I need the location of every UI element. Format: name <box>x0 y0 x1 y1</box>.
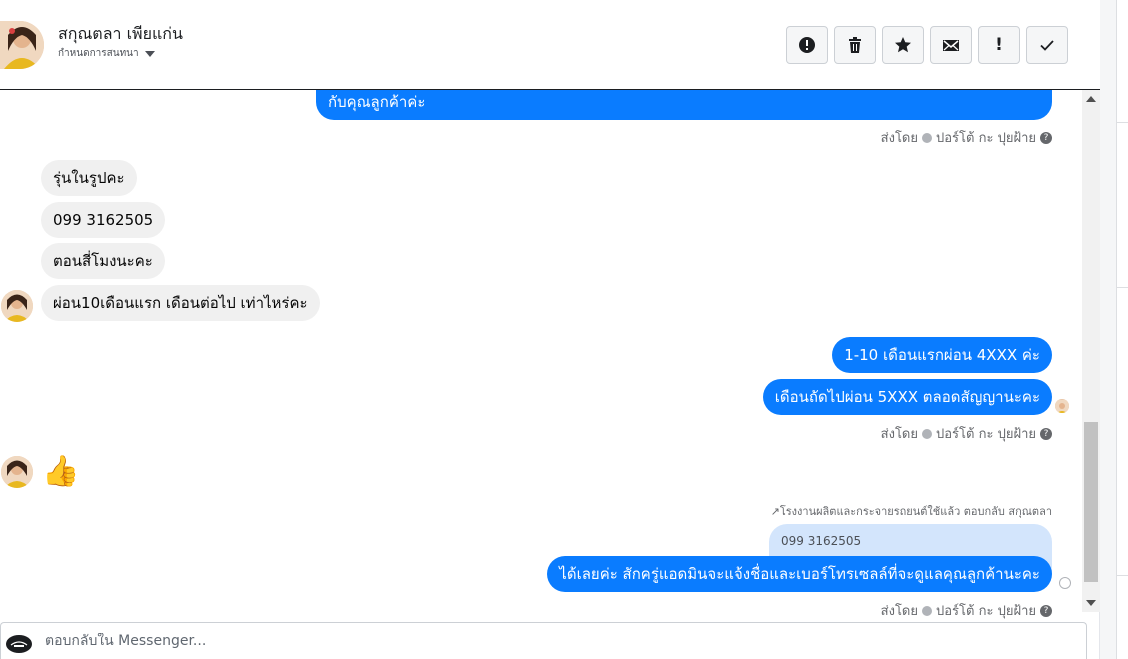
contact-avatar-image <box>1 456 33 488</box>
message-bubble-outgoing[interactable]: ได้เลยค่ะ สักครู่แอดมินจะแจ้งชื่อและเบอร… <box>547 556 1052 592</box>
verified-check-icon <box>922 132 932 143</box>
trash-icon <box>849 37 861 53</box>
contact-avatar-image <box>1 290 33 322</box>
help-icon[interactable]: ? <box>1040 604 1052 617</box>
message-bubble-incoming[interactable]: ผ่อน10เดือนแรก เดือนต่อไป เท่าไหร่คะ <box>41 285 320 321</box>
verified-check-icon <box>922 428 932 439</box>
reply-input[interactable] <box>45 633 945 649</box>
conversation-panel: สกุณตลา เพียแก่น กำหนดการสนทนา ! กับคุณล… <box>0 0 1100 659</box>
sent-by-meta: ส่งโดย ปอร์โต้ กะ ปุยฝ้าย ? <box>881 127 1052 148</box>
envelope-icon <box>943 40 959 51</box>
message-bubble-incoming[interactable]: 099 3162505 <box>41 202 166 238</box>
conversation-header: สกุณตลา เพียแก่น กำหนดการสนทนา ! <box>0 0 1100 90</box>
sender-name: ปอร์โต้ กะ ปุยฝ้าย <box>936 427 1036 442</box>
contact-info-panel[interactable] <box>1116 0 1128 659</box>
sent-by-label: ส่งโดย <box>880 131 918 146</box>
spam-button[interactable] <box>786 26 828 64</box>
assign-conversation-label: กำหนดการสนทนา <box>58 48 139 59</box>
sent-by-meta: ส่งโดย ปอร์โต้ กะ ปุยฝ้าย ? <box>881 600 1052 621</box>
message-bubble-incoming[interactable]: ตอนสี่โมงนะคะ <box>41 243 165 279</box>
caret-down-icon <box>144 50 155 57</box>
contact-avatar-small[interactable] <box>1 290 33 322</box>
right-side-panel <box>1100 0 1128 659</box>
alert-circle-icon <box>799 37 815 53</box>
contact-avatar[interactable] <box>0 21 44 69</box>
check-icon <box>1040 40 1054 51</box>
delete-button[interactable] <box>834 26 876 64</box>
sender-name: ปอร์โต้ กะ ปุยฝ้าย <box>936 604 1036 619</box>
delivered-check-icon <box>1059 577 1071 589</box>
reply-composer <box>0 622 1087 659</box>
sender-name: ปอร์โต้ กะ ปุยฝ้าย <box>936 131 1036 146</box>
reply-context-note: ↗โรงงานผลิตและกระจายรถยนต์ใช้แล้ว ตอบกลั… <box>771 502 1052 520</box>
contact-name[interactable]: สกุณตลา เพียแก่น <box>58 22 183 47</box>
sent-by-meta: ส่งโดย ปอร์โต้ กะ ปุยฝ้าย ? <box>881 423 1052 444</box>
page-avatar <box>6 635 32 653</box>
panel-divider <box>1116 287 1128 288</box>
scroll-down-arrow-icon[interactable] <box>1086 600 1096 606</box>
follow-up-button[interactable]: ! <box>978 26 1020 64</box>
page-logo-icon <box>7 636 31 652</box>
star-icon <box>895 37 911 53</box>
mark-done-button[interactable] <box>1026 26 1068 64</box>
sent-by-label: ส่งโดย <box>880 427 918 442</box>
reply-arrow-icon: ↗ <box>770 505 780 518</box>
exclamation-icon: ! <box>995 35 1003 55</box>
panel-divider <box>1116 575 1128 576</box>
help-icon[interactable]: ? <box>1040 131 1052 144</box>
verified-check-icon <box>922 605 932 616</box>
scroll-up-arrow-icon[interactable] <box>1086 96 1096 102</box>
assign-conversation-dropdown[interactable]: กำหนดการสนทนา <box>58 46 155 61</box>
scrollbar-thumb[interactable] <box>1084 422 1098 582</box>
conversation-toolbar: ! <box>786 26 1068 64</box>
seen-avatar-image <box>1055 400 1069 413</box>
panel-divider <box>1116 122 1128 123</box>
help-icon[interactable]: ? <box>1040 427 1052 440</box>
message-bubble-outgoing[interactable]: 1-10 เดือนแรกผ่อน 4XXX ค่ะ <box>832 337 1052 373</box>
reply-context-text: โรงงานผลิตและกระจายรถยนต์ใช้แล้ว ตอบกลับ… <box>779 505 1052 518</box>
thumbs-up-sticker[interactable]: 👍 <box>42 456 79 488</box>
contact-avatar-small[interactable] <box>1 456 33 488</box>
seen-avatar <box>1055 399 1069 413</box>
inbox-app: สกุณตลา เพียแก่น กำหนดการสนทนา ! กับคุณล… <box>0 0 1128 659</box>
mark-unread-button[interactable] <box>930 26 972 64</box>
contact-avatar-image <box>0 21 44 69</box>
thread-scrollbar[interactable] <box>1082 90 1100 612</box>
message-bubble-incoming[interactable]: รุ่นในรูปคะ <box>41 160 137 196</box>
message-bubble-outgoing[interactable]: เดือนถัดไปผ่อน 5XXX ตลอดสัญญานะคะ <box>762 379 1052 415</box>
message-thread[interactable]: กับคุณลูกค้าค่ะ ส่งโดย ปอร์โต้ กะ ปุยฝ้า… <box>0 90 1082 622</box>
star-button[interactable] <box>882 26 924 64</box>
sent-by-label: ส่งโดย <box>880 604 918 619</box>
message-bubble-outgoing[interactable]: กับคุณลูกค้าค่ะ <box>316 90 1052 120</box>
